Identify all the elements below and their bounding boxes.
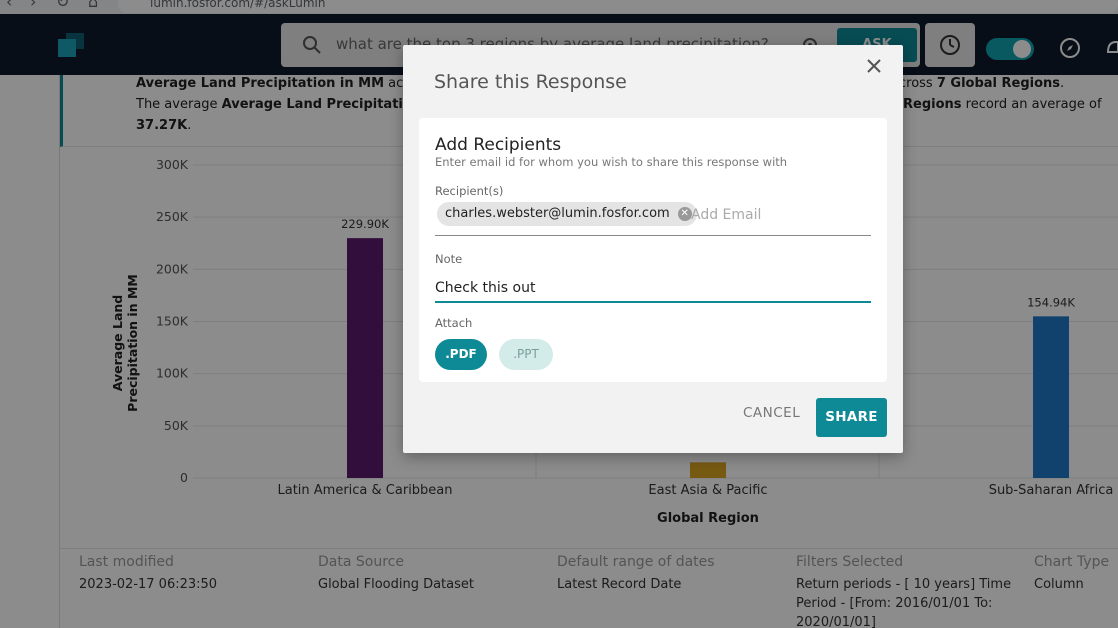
attach-label: Attach — [435, 316, 473, 330]
note-underline — [435, 301, 871, 303]
card-subtitle: Enter email id for whom you wish to shar… — [435, 155, 788, 169]
remove-recipient-icon[interactable]: ✕ — [677, 207, 692, 221]
share-dialog: Share this Response Add Recipients Enter… — [403, 45, 903, 453]
recipients-card: Add Recipients Enter email id for whom y… — [419, 118, 887, 382]
attach-ppt-button[interactable]: .PPT — [499, 339, 553, 370]
close-icon[interactable] — [863, 55, 885, 77]
card-title: Add Recipients — [435, 135, 562, 155]
share-button[interactable]: SHARE — [816, 398, 887, 437]
dialog-title: Share this Response — [434, 71, 627, 93]
recipient-email: charles.webster@lumin.fosfor.com — [445, 206, 670, 221]
recipient-chip: charles.webster@lumin.fosfor.com ✕ — [437, 202, 697, 226]
cancel-button[interactable]: CANCEL — [743, 405, 800, 421]
recipients-underline — [435, 235, 871, 236]
attach-pdf-button[interactable]: .PDF — [435, 339, 487, 370]
note-label: Note — [435, 252, 463, 266]
note-input[interactable] — [435, 276, 865, 300]
add-email-input[interactable] — [691, 204, 871, 226]
recipients-label: Recipient(s) — [435, 184, 504, 198]
